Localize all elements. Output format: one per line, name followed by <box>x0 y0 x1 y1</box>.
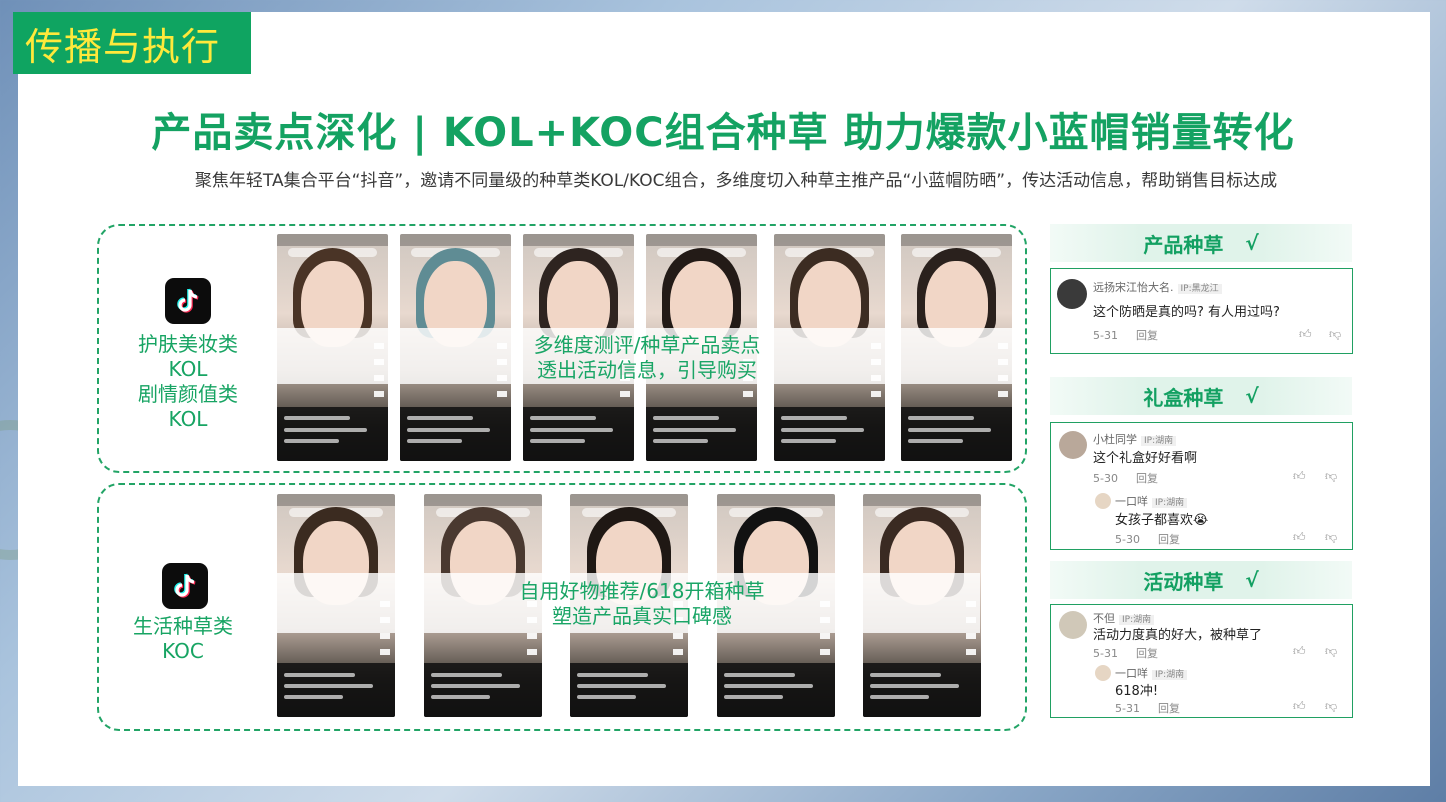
thumb-down-icon[interactable]: 👎︎ <box>1325 530 1337 545</box>
author-name: 小杜同学 <box>1093 433 1137 446</box>
side-head-title: 活动种草 <box>1143 569 1224 594</box>
comment-author: 小杜同学 IP:湖南 <box>1093 431 1177 447</box>
comment-text: 这个礼盒好好看啊 <box>1093 451 1198 466</box>
comment-text: 女孩子都喜欢😭 <box>1115 513 1209 528</box>
author-name: 远扬宋江怡大名. <box>1093 281 1174 294</box>
ip-badge: IP:湖南 <box>1141 436 1177 446</box>
comment-text: 这个防晒是真的吗? 有人用过吗? <box>1093 305 1280 320</box>
avatar <box>1095 493 1111 509</box>
comment-author: 一口咩 IP:湖南 <box>1115 493 1188 509</box>
thumb-down-icon[interactable]: 👎︎ <box>1329 327 1341 342</box>
tiktok-logo-icon <box>162 563 208 609</box>
comment-text: 618冲! <box>1115 684 1159 699</box>
label-line: KOL <box>168 407 208 431</box>
koc-overlay-text: 自用好物推荐/618开箱种草 塑造产品真实口碑感 <box>277 579 1007 629</box>
kol-category-label: 护肤美妆类 KOL 剧情颜值类 KOL <box>118 332 258 432</box>
author-name: 一口咩 <box>1115 495 1148 508</box>
ip-badge: IP:黑龙江 <box>1177 284 1222 294</box>
comment-box-product: 远扬宋江怡大名. IP:黑龙江 这个防晒是真的吗? 有人用过吗? 5-31 回复 👍… <box>1050 268 1353 354</box>
comment-meta: 5-30 回复 <box>1093 470 1176 486</box>
ip-badge: IP:湖南 <box>1152 498 1188 508</box>
label-line: 生活种草类 <box>133 614 233 638</box>
author-name: 一口咩 <box>1115 667 1148 680</box>
comment-meta: 5-30 回复 <box>1115 531 1198 547</box>
check-mark: √ <box>1245 384 1259 408</box>
side-head-title: 礼盒种草 <box>1143 385 1224 410</box>
thumb-up-icon[interactable]: 👍︎ <box>1299 327 1312 342</box>
label-line: KOL <box>168 357 208 381</box>
check-mark: √ <box>1245 231 1259 255</box>
subline: 聚焦年轻TA集合平台“抖音”，邀请不同量级的种草类KOL/KOC组合，多维度切入… <box>194 171 1278 191</box>
reply-button[interactable]: 回复 <box>1136 329 1158 342</box>
comment-meta: 5-31 回复 <box>1093 645 1176 661</box>
overlay-line: 塑造产品真实口碑感 <box>552 604 732 628</box>
thumb-up-icon[interactable]: 👍︎ <box>1293 469 1306 484</box>
overlay-line: 多维度测评/种草产品卖点 <box>533 333 761 357</box>
thumb-up-icon[interactable]: 👍︎ <box>1293 530 1306 545</box>
ip-badge: IP:湖南 <box>1152 670 1188 680</box>
comment-date: 5-31 <box>1115 702 1140 715</box>
comment-author: 一口咩 IP:湖南 <box>1115 665 1188 681</box>
section-tag: 传播与执行 <box>13 12 251 74</box>
overlay-line: 透出活动信息，引导购买 <box>537 358 757 382</box>
label-line: 剧情颜值类 <box>138 382 238 406</box>
comment-box-campaign: 不但 IP:湖南 活动力度真的好大，被种草了 5-31 回复 👍︎ 👎︎ 一口咩 IP… <box>1050 604 1353 718</box>
comment-date: 5-31 <box>1093 647 1118 660</box>
side-head-product: 产品种草 √ <box>1050 224 1352 262</box>
avatar <box>1095 665 1111 681</box>
comment-date: 5-30 <box>1093 472 1118 485</box>
overlay-line: 自用好物推荐/618开箱种草 <box>519 579 765 603</box>
label-line: KOC <box>162 639 204 663</box>
avatar <box>1059 431 1087 459</box>
side-head-title: 产品种草 <box>1143 232 1224 257</box>
tiktok-logo-icon <box>165 278 211 324</box>
thumb-down-icon[interactable]: 👎︎ <box>1325 699 1337 714</box>
kol-overlay-text: 多维度测评/种草产品卖点 透出活动信息，引导购买 <box>277 333 1017 383</box>
comment-box-giftbox: 小杜同学 IP:湖南 这个礼盒好好看啊 5-30 回复 👍︎ 👎︎ 一口咩 IP:湖南… <box>1050 422 1353 550</box>
thumb-down-icon[interactable]: 👎︎ <box>1325 644 1337 659</box>
reply-button[interactable]: 回复 <box>1136 647 1158 660</box>
avatar <box>1057 279 1087 309</box>
koc-category-label: 生活种草类 KOC <box>113 614 253 664</box>
comment-author: 远扬宋江怡大名. IP:黑龙江 <box>1093 279 1222 295</box>
side-head-giftbox: 礼盒种草 √ <box>1050 377 1352 415</box>
thumb-up-icon[interactable]: 👍︎ <box>1293 644 1306 659</box>
comment-date: 5-30 <box>1115 533 1140 546</box>
side-head-campaign: 活动种草 √ <box>1050 561 1352 599</box>
comment-date: 5-31 <box>1093 329 1118 342</box>
thumb-down-icon[interactable]: 👎︎ <box>1325 469 1337 484</box>
comment-meta: 5-31 回复 <box>1115 700 1198 716</box>
headline: 产品卖点深化 | KOL+KOC组合种草 助力爆款小蓝帽销量转化 <box>151 110 1295 156</box>
comment-text: 活动力度真的好大，被种草了 <box>1093 628 1263 643</box>
reply-button[interactable]: 回复 <box>1136 472 1158 485</box>
check-mark: √ <box>1245 568 1259 592</box>
reply-button[interactable]: 回复 <box>1158 533 1180 546</box>
label-line: 护肤美妆类 <box>138 332 238 356</box>
comment-meta: 5-31 回复 <box>1093 327 1176 343</box>
avatar <box>1059 611 1087 639</box>
thumb-up-icon[interactable]: 👍︎ <box>1293 699 1306 714</box>
reply-button[interactable]: 回复 <box>1158 702 1180 715</box>
